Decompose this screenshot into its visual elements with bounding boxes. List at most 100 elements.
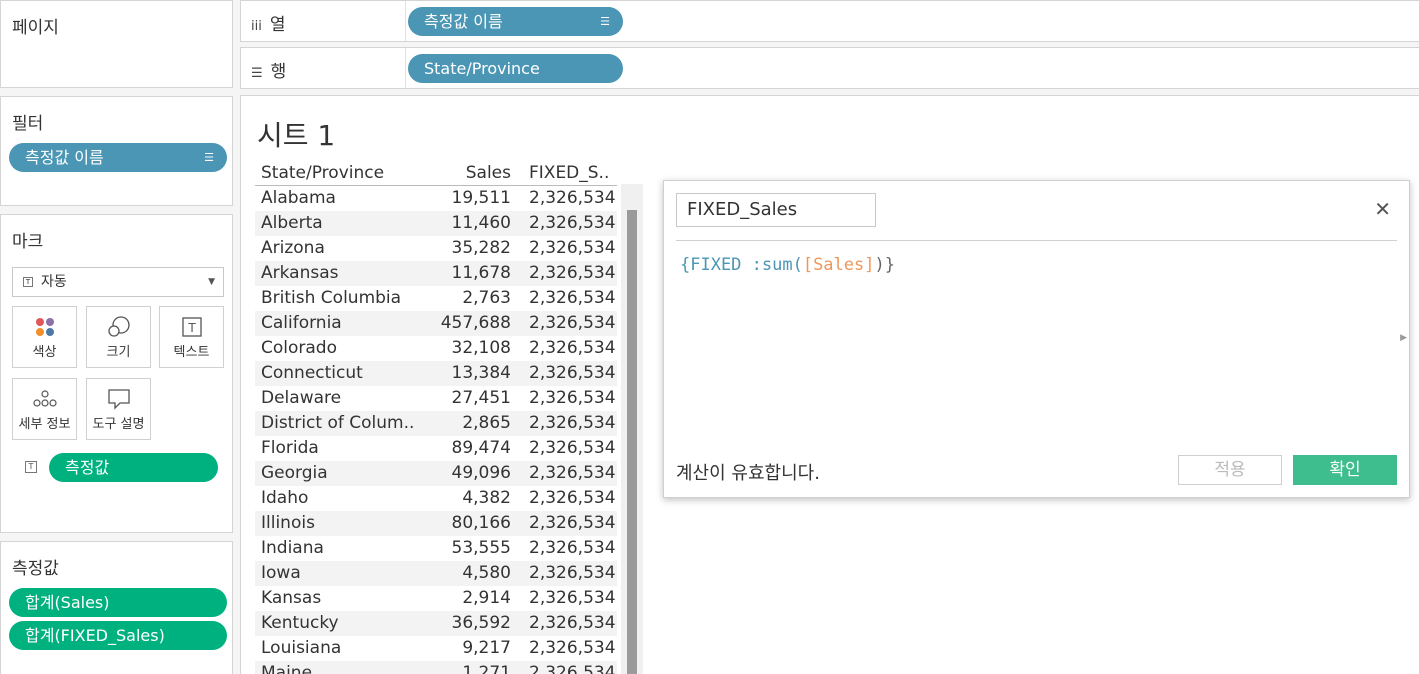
sort-icon: ☰: [600, 15, 610, 28]
size-icon: [87, 307, 150, 341]
size-button-label: 크기: [106, 345, 131, 360]
table-row[interactable]: Kentucky 36,592 2,326,534: [255, 611, 617, 636]
columns-pill-measure-names[interactable]: 측정값 이름 ☰: [408, 7, 623, 36]
columns-shelf: iii 열 측정값 이름 ☰: [240, 0, 1419, 42]
rows-icon: ☰: [251, 66, 263, 81]
columns-shelf-text: 열: [269, 15, 286, 35]
cell-state: Arizona: [261, 238, 325, 258]
table-row[interactable]: District of Colum.. 2,865 2,326,534: [255, 411, 617, 436]
cell-state: Florida: [261, 438, 319, 458]
table-row[interactable]: California 457,688 2,326,534: [255, 311, 617, 336]
cell-state: California: [261, 313, 342, 333]
table-row[interactable]: Maine 1,271 2,326,534: [255, 661, 617, 674]
cell-state: Louisiana: [261, 638, 342, 658]
cell-sales: 457,688: [440, 313, 511, 333]
color-button[interactable]: 색상: [12, 306, 77, 368]
cell-fixed-sales: 2,326,534: [529, 288, 616, 308]
cell-fixed-sales: 2,326,534: [529, 413, 616, 433]
cell-sales: 53,555: [451, 538, 511, 558]
cell-fixed-sales: 2,326,534: [529, 263, 616, 283]
text-icon: T: [160, 307, 223, 341]
pages-card: 페이지: [0, 0, 233, 88]
cell-sales: 11,678: [451, 263, 511, 283]
formula-close: )}: [874, 255, 895, 275]
table-row[interactable]: Iowa 4,580 2,326,534: [255, 561, 617, 586]
cell-state: Arkansas: [261, 263, 339, 283]
table-row[interactable]: Alberta 11,460 2,326,534: [255, 211, 617, 236]
rows-pill-state-province[interactable]: State/Province: [408, 54, 623, 83]
measure-pill-sum-sales[interactable]: 합계(Sales): [9, 588, 227, 617]
measure-pill-sum-fixed-sales[interactable]: 합계(FIXED_Sales): [9, 621, 227, 650]
ok-button[interactable]: 확인: [1293, 455, 1397, 485]
cell-sales: 11,460: [451, 213, 511, 233]
cell-sales: 89,474: [451, 438, 511, 458]
size-button[interactable]: 크기: [86, 306, 151, 368]
cell-fixed-sales: 2,326,534: [529, 563, 616, 583]
header-sales[interactable]: Sales: [466, 161, 511, 186]
sort-icon: ☰: [204, 151, 214, 164]
table-row[interactable]: Connecticut 13,384 2,326,534: [255, 361, 617, 386]
table-row[interactable]: Colorado 32,108 2,326,534: [255, 336, 617, 361]
cell-fixed-sales: 2,326,534: [529, 238, 616, 258]
measure-pill-label: 합계(FIXED_Sales): [25, 626, 165, 645]
tooltip-button-label: 도구 설명: [92, 417, 145, 432]
marks-text-pill-label: 측정값: [65, 458, 110, 477]
table-row[interactable]: Louisiana 9,217 2,326,534: [255, 636, 617, 661]
vertical-scrollbar[interactable]: [621, 184, 643, 674]
svg-text:T: T: [187, 321, 196, 335]
table-row[interactable]: Illinois 80,166 2,326,534: [255, 511, 617, 536]
columns-shelf-label: iii 열: [251, 10, 285, 35]
color-button-label: 색상: [32, 345, 57, 360]
calculation-name-input[interactable]: FIXED_Sales: [676, 193, 876, 227]
cell-state: Connecticut: [261, 363, 363, 383]
text-mark-icon: T: [23, 277, 33, 287]
measure-values-card: 측정값 합계(Sales) 합계(FIXED_Sales): [0, 541, 233, 674]
tooltip-button[interactable]: 도구 설명: [86, 378, 151, 440]
columns-pill-label: 측정값 이름: [424, 12, 503, 31]
cell-state: Indiana: [261, 538, 324, 558]
cell-fixed-sales: 2,326,534: [529, 438, 616, 458]
close-icon[interactable]: ✕: [1374, 199, 1391, 219]
table-row[interactable]: Arkansas 11,678 2,326,534: [255, 261, 617, 286]
formula-field: [Sales]: [802, 255, 875, 275]
filter-pill-measure-names[interactable]: 측정값 이름 ☰: [9, 143, 227, 172]
scrollbar-thumb[interactable]: [627, 210, 637, 674]
table-row[interactable]: Indiana 53,555 2,326,534: [255, 536, 617, 561]
formula-editor[interactable]: {FIXED :sum([Sales])}: [680, 255, 895, 275]
cell-sales: 4,382: [462, 488, 511, 508]
table-row[interactable]: Arizona 35,282 2,326,534: [255, 236, 617, 261]
apply-button[interactable]: 적용: [1178, 455, 1282, 485]
formula-keyword: {FIXED :sum(: [680, 255, 803, 275]
cell-state: Kansas: [261, 588, 322, 608]
table-row[interactable]: Alabama 19,511 2,326,534: [255, 186, 617, 211]
rows-pill-label: State/Province: [424, 59, 540, 78]
mark-type-dropdown[interactable]: T 자동 ▼: [12, 267, 224, 297]
table-row[interactable]: British Columbia 2,763 2,326,534: [255, 286, 617, 311]
cell-fixed-sales: 2,326,534: [529, 338, 616, 358]
cell-state: Colorado: [261, 338, 337, 358]
columns-icon: iii: [251, 19, 262, 34]
table-row[interactable]: Florida 89,474 2,326,534: [255, 436, 617, 461]
cell-sales: 19,511: [451, 188, 511, 208]
sheet-title: 시트 1: [257, 119, 336, 152]
table-row[interactable]: Georgia 49,096 2,326,534: [255, 461, 617, 486]
detail-icon: [13, 379, 76, 413]
cell-sales: 2,914: [462, 588, 511, 608]
cell-sales: 36,592: [451, 613, 511, 633]
calculation-editor-dialog: FIXED_Sales ✕ {FIXED :sum([Sales])} ▶ 계산…: [663, 180, 1410, 498]
text-button[interactable]: T 텍스트: [159, 306, 224, 368]
table-row[interactable]: Idaho 4,382 2,326,534: [255, 486, 617, 511]
cell-state: District of Colum..: [261, 413, 415, 433]
table-row[interactable]: Delaware 27,451 2,326,534: [255, 386, 617, 411]
detail-button-label: 세부 정보: [18, 417, 71, 432]
header-state-province[interactable]: State/Province: [261, 161, 421, 186]
expand-arrow-icon[interactable]: ▶: [1400, 333, 1407, 343]
cell-state: Georgia: [261, 463, 328, 483]
tooltip-icon: [87, 379, 150, 413]
rows-shelf: ☰ 행 State/Province: [240, 47, 1419, 89]
detail-button[interactable]: 세부 정보: [12, 378, 77, 440]
table-row[interactable]: Kansas 2,914 2,326,534: [255, 586, 617, 611]
cell-fixed-sales: 2,326,534: [529, 463, 616, 483]
header-fixed-sales[interactable]: FIXED_S..: [529, 161, 609, 186]
marks-text-pill-measure-values[interactable]: 측정값: [49, 453, 218, 482]
